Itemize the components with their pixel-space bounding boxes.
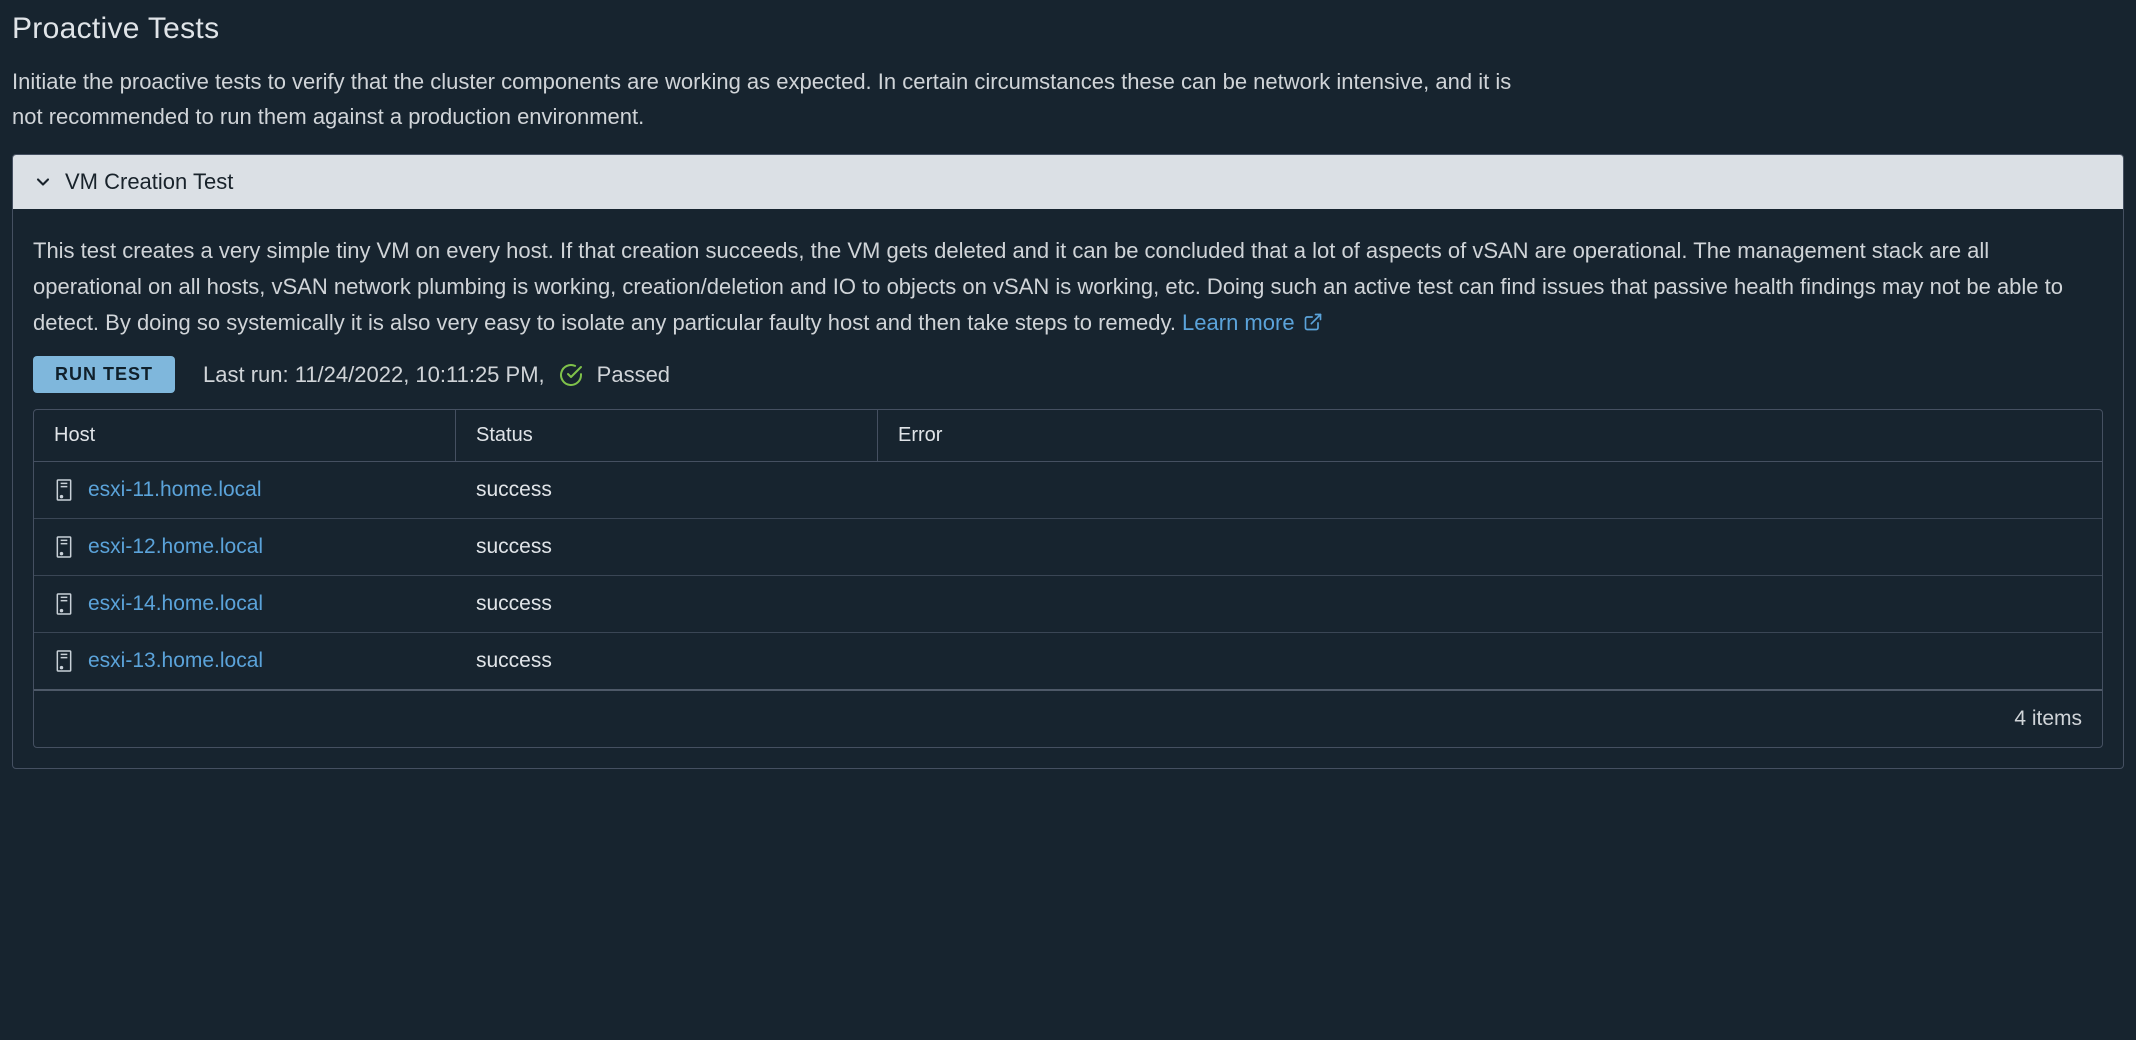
host-link[interactable]: esxi-11.home.local <box>88 478 262 502</box>
table-row: esxi-14.home.local success <box>34 576 2102 633</box>
col-header-error[interactable]: Error <box>878 410 2102 461</box>
cell-host: esxi-11.home.local <box>34 462 456 518</box>
learn-more-label: Learn more <box>1182 305 1295 341</box>
vm-creation-test-panel: VM Creation Test This test creates a ver… <box>12 154 2124 769</box>
cell-status: success <box>456 519 878 575</box>
cell-status: success <box>456 462 878 518</box>
cell-host: esxi-12.home.local <box>34 519 456 575</box>
col-header-host[interactable]: Host <box>34 410 456 461</box>
host-icon <box>54 592 74 616</box>
results-table: Host Status Error esxi-11.home.local succ… <box>33 409 2103 748</box>
table-header-row: Host Status Error <box>34 410 2102 462</box>
panel-title: VM Creation Test <box>65 169 233 195</box>
host-icon <box>54 649 74 673</box>
table-row: esxi-11.home.local success <box>34 462 2102 519</box>
status-label: Passed <box>597 362 670 388</box>
cell-host: esxi-14.home.local <box>34 576 456 632</box>
host-link[interactable]: esxi-13.home.local <box>88 649 263 673</box>
col-header-status[interactable]: Status <box>456 410 878 461</box>
panel-body: This test creates a very simple tiny VM … <box>13 209 2123 768</box>
cell-status: success <box>456 633 878 689</box>
cell-error <box>878 519 2102 575</box>
table-row: esxi-13.home.local success <box>34 633 2102 689</box>
chevron-down-icon <box>33 172 53 192</box>
cell-status: success <box>456 576 878 632</box>
learn-more-link[interactable]: Learn more <box>1182 305 1323 341</box>
table-row: esxi-12.home.local success <box>34 519 2102 576</box>
panel-header[interactable]: VM Creation Test <box>13 155 2123 209</box>
table-footer: 4 items <box>34 691 2102 747</box>
item-count: 4 items <box>2014 707 2082 731</box>
host-icon <box>54 478 74 502</box>
test-description-text: This test creates a very simple tiny VM … <box>33 238 2063 334</box>
host-icon <box>54 535 74 559</box>
run-row: RUN TEST Last run: 11/24/2022, 10:11:25 … <box>33 356 2103 393</box>
run-info: Last run: 11/24/2022, 10:11:25 PM, Passe… <box>203 362 670 388</box>
external-link-icon <box>1303 312 1323 332</box>
cell-error <box>878 462 2102 518</box>
check-circle-icon <box>559 363 583 387</box>
run-test-button[interactable]: RUN TEST <box>33 356 175 393</box>
cell-error <box>878 633 2102 689</box>
table-body: esxi-11.home.localsuccessesxi-12.home.lo… <box>34 462 2102 691</box>
host-link[interactable]: esxi-14.home.local <box>88 592 263 616</box>
page-description: Initiate the proactive tests to verify t… <box>12 64 1542 134</box>
cell-host: esxi-13.home.local <box>34 633 456 689</box>
cell-error <box>878 576 2102 632</box>
page-title: Proactive Tests <box>12 12 2124 46</box>
test-description: This test creates a very simple tiny VM … <box>33 233 2103 340</box>
last-run-label: Last run: 11/24/2022, 10:11:25 PM, <box>203 362 545 388</box>
host-link[interactable]: esxi-12.home.local <box>88 535 263 559</box>
